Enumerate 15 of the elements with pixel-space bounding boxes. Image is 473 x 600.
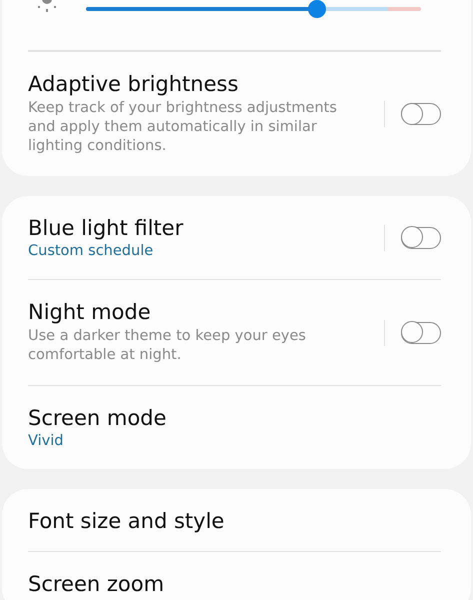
toggle-switch[interactable] [401, 322, 441, 344]
brightness-slider[interactable] [86, 0, 421, 18]
setting-title[interactable]: Screen zoom [28, 572, 441, 596]
setting-title[interactable]: Screen mode [28, 406, 441, 430]
toggle-switch[interactable] [401, 226, 441, 248]
slider-thumb[interactable] [308, 0, 326, 18]
setting-value: Vivid [28, 433, 64, 449]
setting-title[interactable]: Blue light filter [28, 216, 372, 240]
setting-title[interactable]: Night mode [28, 300, 372, 324]
setting-title[interactable]: Font size and style [28, 509, 441, 533]
setting-description: Keep track of your brightness adjustments and apply them automatically in similar lighting conditions. [28, 99, 338, 156]
toggle-switch[interactable] [401, 103, 441, 125]
setting-value: Custom schedule [28, 243, 154, 259]
setting-title[interactable]: Adaptive brightness [28, 72, 372, 96]
setting-description: Use a darker theme to keep your eyes comfortable at night. [28, 327, 307, 365]
